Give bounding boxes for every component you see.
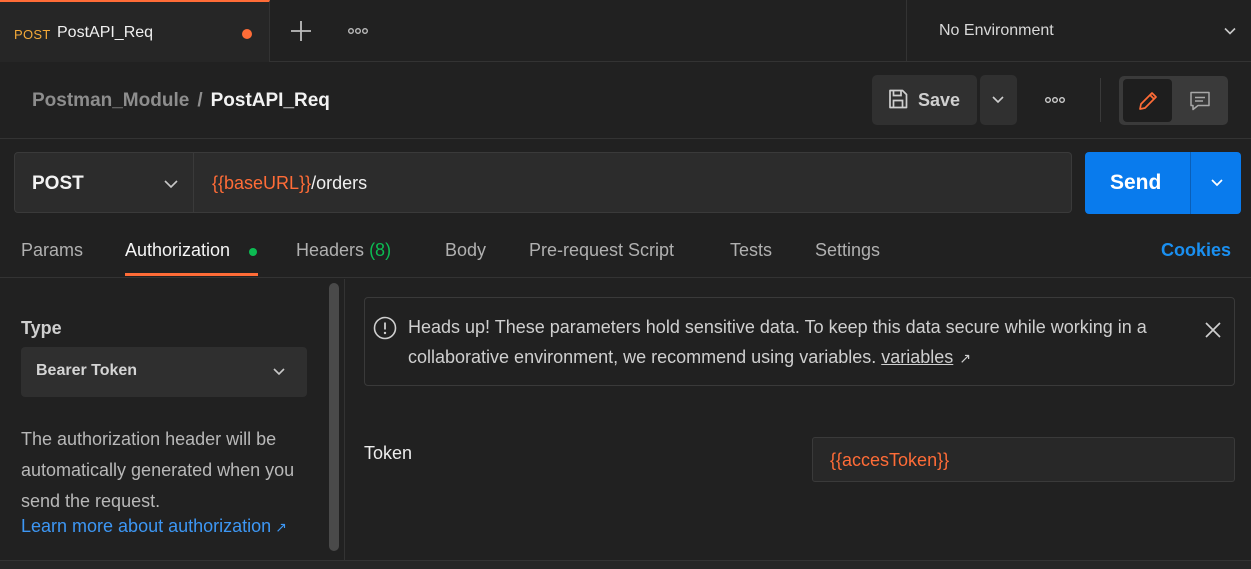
url-input[interactable]: {{baseURL}}/orders — [194, 152, 1072, 213]
save-icon — [889, 89, 908, 109]
method-select[interactable]: POST — [14, 152, 194, 213]
token-input[interactable]: {{accesToken}} — [812, 437, 1235, 482]
save-options-button[interactable] — [980, 75, 1017, 125]
breadcrumb-collection[interactable]: Postman_Module — [32, 90, 189, 111]
sensitive-data-notice: Heads up! These parameters hold sensitiv… — [364, 297, 1235, 386]
tab-name-label: PostAPI_Req — [57, 24, 154, 41]
save-button[interactable]: Save — [872, 75, 977, 125]
request-more-button[interactable] — [1038, 85, 1072, 115]
breadcrumb-separator: / — [197, 90, 203, 111]
tab-options-button[interactable] — [342, 16, 374, 46]
method-value: POST — [32, 173, 84, 194]
breadcrumb-request[interactable]: PostAPI_Req — [211, 90, 330, 111]
tab-settings[interactable]: Settings — [815, 240, 880, 261]
notice-message: Heads up! These parameters hold sensitiv… — [408, 317, 1147, 367]
tab-tests[interactable]: Tests — [730, 240, 772, 261]
headers-count-badge: (8) — [369, 240, 392, 260]
save-label: Save — [918, 90, 961, 110]
new-tab-button[interactable] — [286, 16, 316, 46]
environment-selector[interactable]: No Environment — [906, 0, 1251, 62]
request-tab[interactable]: POST PostAPI_Req — [0, 0, 270, 62]
chevron-down-icon — [1211, 179, 1223, 187]
plus-icon — [291, 21, 311, 41]
send-label: Send — [1110, 171, 1162, 194]
close-icon[interactable] — [1203, 320, 1223, 340]
token-label: Token — [364, 443, 413, 463]
notice-text: Heads up! These parameters hold sensitiv… — [408, 312, 1168, 373]
comments-button[interactable] — [1176, 79, 1224, 122]
edit-mode-button[interactable] — [1123, 79, 1172, 122]
tab-params[interactable]: Params — [21, 240, 83, 261]
external-link-icon: ↗ — [275, 519, 287, 535]
toolbar-divider — [1100, 78, 1101, 122]
environment-label: No Environment — [939, 22, 1054, 39]
active-tab-indicator — [125, 273, 258, 276]
url-path: /orders — [311, 173, 368, 193]
chevron-down-icon — [273, 368, 285, 376]
left-panel-scrollbar[interactable] — [329, 283, 339, 551]
unsaved-changes-dot — [242, 29, 252, 39]
tab-prerequest-script[interactable]: Pre-request Script — [529, 240, 674, 261]
pencil-icon — [1139, 92, 1157, 110]
authorization-active-dot — [249, 248, 257, 256]
variables-link[interactable]: variables — [881, 347, 953, 367]
learn-more-label: Learn more about authorization — [21, 516, 272, 536]
more-horizontal-icon — [1044, 96, 1066, 103]
tab-authorization[interactable]: Authorization — [125, 240, 230, 261]
comment-icon — [1190, 91, 1210, 111]
tab-headers[interactable]: Headers (8) — [296, 240, 391, 261]
tab-body[interactable]: Body — [445, 240, 486, 261]
send-button[interactable]: Send — [1085, 152, 1190, 214]
send-options-button[interactable] — [1190, 152, 1241, 214]
chevron-down-icon — [1224, 27, 1236, 35]
auth-description: The authorization header will be automat… — [21, 429, 295, 511]
info-icon — [373, 316, 397, 340]
breadcrumb: Postman_Module / PostAPI_Req — [32, 90, 330, 112]
panel-divider — [344, 279, 345, 569]
auth-type-select[interactable]: Bearer Token — [21, 347, 307, 397]
external-link-icon: ↗ — [959, 350, 972, 366]
chevron-down-icon — [164, 180, 178, 189]
more-horizontal-icon — [347, 27, 369, 34]
cookies-link[interactable]: Cookies — [1161, 240, 1231, 261]
url-variable: {{baseURL}} — [212, 173, 312, 193]
tab-headers-label: Headers — [296, 240, 365, 260]
auth-type-label: Type — [21, 318, 62, 338]
token-value: {{accesToken}} — [830, 450, 950, 470]
bottom-pane-edge — [0, 560, 1251, 569]
tab-method-label: POST — [14, 27, 51, 42]
auth-type-value: Bearer Token — [36, 362, 138, 379]
chevron-down-icon — [992, 96, 1004, 104]
learn-more-link[interactable]: Learn more about authorization ↗ — [21, 516, 287, 537]
